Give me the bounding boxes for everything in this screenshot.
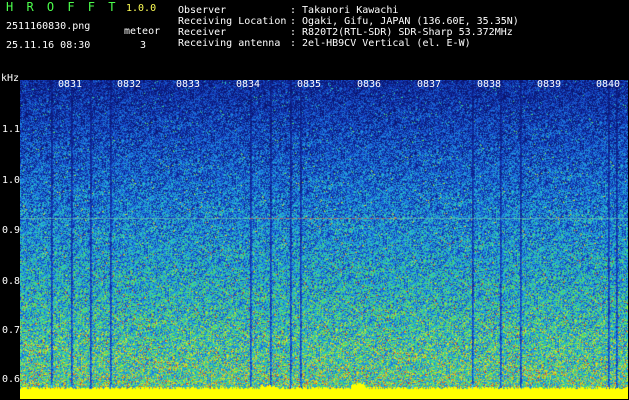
file-name: 2511160830.png <box>6 21 91 32</box>
antenna-value: : 2el-HB9CV Vertical (el. E-W) <box>290 38 471 49</box>
y-tick: 0.6 <box>2 374 21 385</box>
y-axis-unit: kHz <box>1 73 20 84</box>
meteor-count: 3 <box>140 40 147 51</box>
observer-label: Observer <box>178 5 227 16</box>
spectrogram <box>20 80 628 399</box>
receiver-label: Receiver <box>178 27 227 38</box>
app-version: 1.0.0 <box>126 3 157 14</box>
x-tick: 0836 <box>357 79 382 90</box>
y-tick: 0.8 <box>2 276 21 287</box>
y-tick: 0.9 <box>2 225 21 236</box>
x-tick: 0832 <box>117 79 142 90</box>
antenna-label: Receiving antenna <box>178 38 281 49</box>
location-label: Receiving Location <box>178 16 287 27</box>
capture-datetime: 25.11.16 08:30 <box>6 40 91 51</box>
spectrogram-canvas <box>20 80 628 399</box>
y-tick: 1.1 <box>2 124 21 135</box>
app-title: H R O F F T <box>6 0 119 14</box>
x-tick: 0835 <box>297 79 322 90</box>
x-tick: 0840 <box>596 79 621 90</box>
meteor-label: meteor <box>124 26 161 37</box>
x-tick: 0839 <box>537 79 562 90</box>
x-tick: 0838 <box>477 79 502 90</box>
x-tick: 0834 <box>236 79 261 90</box>
y-tick: 1.0 <box>2 175 21 186</box>
x-tick: 0831 <box>58 79 83 90</box>
hrofft-window: H R O F F T 1.0.0 2511160830.png 25.11.1… <box>0 0 629 400</box>
observer-value: : Takanori Kawachi <box>290 5 399 16</box>
receiver-value: : R820T2(RTL-SDR) SDR-Sharp 53.372MHz <box>290 27 513 38</box>
x-tick: 0833 <box>176 79 201 90</box>
y-tick: 0.7 <box>2 325 21 336</box>
location-value: : Ogaki, Gifu, JAPAN (136.60E, 35.35N) <box>290 16 519 27</box>
x-tick: 0837 <box>417 79 442 90</box>
